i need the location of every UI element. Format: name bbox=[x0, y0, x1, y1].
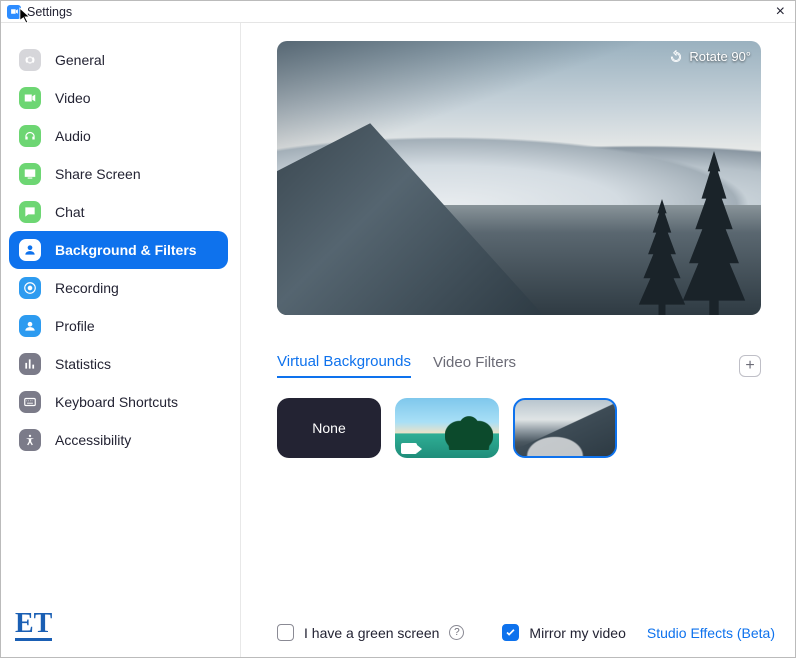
nav-item-chat[interactable]: Chat bbox=[9, 193, 228, 231]
thumbnail-beach[interactable] bbox=[395, 398, 499, 458]
nav-item-profile[interactable]: Profile bbox=[9, 307, 228, 345]
et-logo: ET bbox=[15, 610, 52, 641]
thumbnail-mountain[interactable] bbox=[513, 398, 617, 458]
nav-item-statistics[interactable]: Statistics bbox=[9, 345, 228, 383]
keyboard-icon bbox=[19, 391, 41, 413]
gear-icon bbox=[19, 49, 41, 71]
add-background-button[interactable]: + bbox=[739, 355, 761, 377]
rotate-button[interactable]: Rotate 90° bbox=[669, 49, 751, 64]
thumbnail-none[interactable]: None bbox=[277, 398, 381, 458]
nav-label: Share Screen bbox=[55, 166, 141, 182]
preview-tree-icon bbox=[633, 199, 691, 315]
tabs: Virtual Backgrounds Video Filters + bbox=[277, 353, 761, 378]
green-screen-label: I have a green screen bbox=[304, 625, 439, 641]
tab-virtual-backgrounds[interactable]: Virtual Backgrounds bbox=[277, 353, 411, 378]
nav-label: Audio bbox=[55, 128, 91, 144]
nav-label: Video bbox=[55, 90, 91, 106]
window-title: Settings bbox=[27, 5, 72, 19]
nav-label: Background & Filters bbox=[55, 242, 197, 258]
help-icon[interactable]: ? bbox=[449, 625, 464, 640]
nav-item-audio[interactable]: Audio bbox=[9, 117, 228, 155]
nav-label: Keyboard Shortcuts bbox=[55, 394, 178, 410]
accessibility-icon bbox=[19, 429, 41, 451]
nav-label: Accessibility bbox=[55, 432, 131, 448]
zoom-app-icon bbox=[7, 5, 21, 19]
nav-item-video[interactable]: Video bbox=[9, 79, 228, 117]
footer-options: I have a green screen ? Mirror my video … bbox=[277, 624, 775, 641]
nav-label: Statistics bbox=[55, 356, 111, 372]
nav-label: Chat bbox=[55, 204, 85, 220]
tab-video-filters[interactable]: Video Filters bbox=[433, 354, 516, 377]
green-screen-checkbox[interactable] bbox=[277, 624, 294, 641]
plus-icon: + bbox=[745, 358, 754, 374]
mirror-video-label: Mirror my video bbox=[529, 625, 625, 641]
nav-item-background-filters[interactable]: Background & Filters bbox=[9, 231, 228, 269]
check-icon bbox=[505, 627, 516, 638]
sidebar: General Video Audio Share Screen Chat bbox=[1, 23, 241, 657]
titlebar: Settings × bbox=[1, 1, 795, 23]
nav-label: Profile bbox=[55, 318, 95, 334]
nav-item-recording[interactable]: Recording bbox=[9, 269, 228, 307]
chat-icon bbox=[19, 201, 41, 223]
close-button[interactable]: × bbox=[772, 4, 789, 20]
profile-icon bbox=[19, 315, 41, 337]
studio-effects-link[interactable]: Studio Effects (Beta) bbox=[647, 625, 775, 641]
nav-item-share-screen[interactable]: Share Screen bbox=[9, 155, 228, 193]
video-preview: Rotate 90° bbox=[277, 41, 761, 315]
rotate-label: Rotate 90° bbox=[689, 49, 751, 64]
nav-item-keyboard-shortcuts[interactable]: Keyboard Shortcuts bbox=[9, 383, 228, 421]
rotate-icon bbox=[669, 50, 683, 64]
thumbnail-none-label: None bbox=[312, 420, 345, 436]
headphones-icon bbox=[19, 125, 41, 147]
video-icon bbox=[401, 443, 417, 454]
statistics-icon bbox=[19, 353, 41, 375]
mirror-video-checkbox[interactable] bbox=[502, 624, 519, 641]
video-icon bbox=[19, 87, 41, 109]
nav-item-accessibility[interactable]: Accessibility bbox=[9, 421, 228, 459]
nav-label: General bbox=[55, 52, 105, 68]
nav-item-general[interactable]: General bbox=[9, 41, 228, 79]
content-pane: Rotate 90° Virtual Backgrounds Video Fil… bbox=[241, 23, 795, 657]
background-thumbnails: None bbox=[277, 398, 775, 458]
person-background-icon bbox=[19, 239, 41, 261]
nav-label: Recording bbox=[55, 280, 119, 296]
record-icon bbox=[19, 277, 41, 299]
share-screen-icon bbox=[19, 163, 41, 185]
